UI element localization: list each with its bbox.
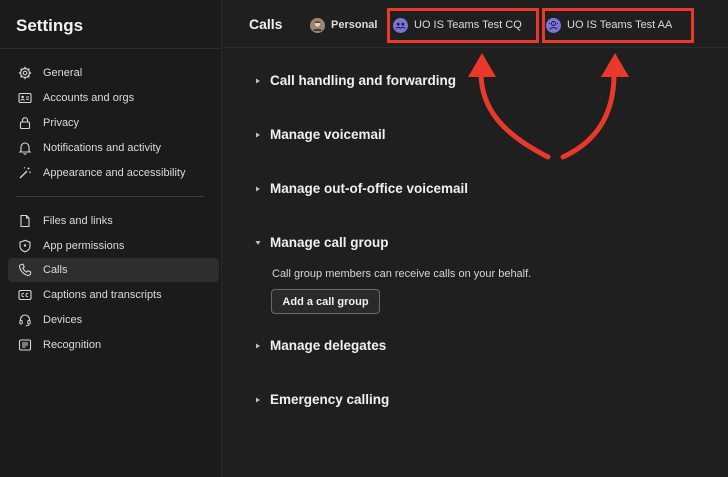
gear-icon (18, 66, 32, 80)
sidebar-item-label: Calls (43, 264, 68, 276)
sidebar-item-label: Recognition (43, 339, 102, 351)
arrow-right (560, 67, 617, 160)
sidebar-item-app-permissions[interactable]: App permissions (8, 234, 219, 258)
sidebar-item-recognition[interactable]: Recognition (8, 333, 219, 357)
caret-right-icon (255, 397, 261, 403)
section-title: Manage voicemail (270, 127, 386, 142)
section-ooo-voicemail[interactable]: Manage out-of-office voicemail (255, 181, 468, 196)
auto-attendant-icon (546, 17, 561, 33)
add-call-group-button[interactable]: Add a call group (271, 289, 380, 314)
sidebar-divider (16, 196, 204, 197)
arrowhead-right (601, 53, 629, 77)
headset-icon (18, 313, 32, 327)
sidebar-item-privacy[interactable]: Privacy (8, 111, 219, 135)
header: Calls Personal UO IS Teams Test CQ UO IS… (223, 0, 728, 48)
bell-icon (18, 141, 32, 155)
section-title: Manage call group (270, 235, 389, 250)
section-delegates[interactable]: Manage delegates (255, 338, 386, 353)
sidebar-item-label: Accounts and orgs (43, 92, 135, 104)
sidebar-item-appearance[interactable]: Appearance and accessibility (8, 161, 219, 185)
magic-wand-icon (18, 166, 32, 180)
tab-auto-attendant[interactable]: UO IS Teams Test AA (546, 14, 672, 36)
caret-right-icon (255, 186, 261, 192)
sidebar-item-label: Notifications and activity (43, 142, 161, 154)
sidebar-item-label: App permissions (43, 240, 125, 252)
sidebar-item-label: Privacy (43, 117, 80, 129)
tab-personal[interactable]: Personal (310, 14, 377, 36)
section-title: Manage delegates (270, 338, 387, 353)
caret-right-icon (255, 132, 261, 138)
call-group-description: Call group members can receive calls on … (272, 268, 532, 280)
document-icon (18, 214, 32, 228)
arrow-left (478, 67, 551, 160)
cc-icon (18, 288, 32, 302)
section-title: Manage out-of-office voicemail (270, 181, 469, 196)
section-emergency-calling[interactable]: Emergency calling (255, 392, 389, 407)
page-title: Calls (249, 16, 283, 32)
divider (0, 48, 222, 49)
tab-label: UO IS Teams Test AA (567, 19, 673, 31)
caret-down-icon (255, 240, 261, 246)
sidebar-item-accounts[interactable]: Accounts and orgs (8, 86, 219, 110)
section-title: Emergency calling (270, 392, 390, 407)
sidebar-item-label: Files and links (43, 215, 113, 227)
sidebar-item-label: Captions and transcripts (43, 289, 162, 301)
caret-right-icon (255, 343, 261, 349)
user-avatar-icon (310, 17, 325, 33)
sidebar-item-notifications[interactable]: Notifications and activity (8, 136, 219, 160)
sidebar-title: Settings (16, 16, 84, 35)
sidebar-item-devices[interactable]: Devices (8, 308, 219, 332)
section-call-group[interactable]: Manage call group (255, 235, 389, 250)
tab-call-queue[interactable]: UO IS Teams Test CQ (393, 14, 522, 36)
section-title: Call handling and forwarding (270, 73, 457, 88)
tab-label: Personal (331, 19, 378, 31)
caret-right-icon (255, 78, 261, 84)
sidebar-item-calls[interactable]: Calls (8, 258, 219, 282)
sidebar-item-label: General (43, 67, 83, 79)
call-queue-icon (393, 17, 408, 33)
sidebar-item-captions[interactable]: Captions and transcripts (8, 283, 219, 307)
shield-icon (18, 239, 32, 253)
sidebar-item-label: Appearance and accessibility (43, 167, 186, 179)
section-voicemail[interactable]: Manage voicemail (255, 127, 386, 142)
arrowhead-left (468, 53, 496, 77)
contact-card-icon (18, 338, 32, 352)
section-call-handling[interactable]: Call handling and forwarding (255, 73, 456, 88)
tab-label: UO IS Teams Test CQ (414, 19, 522, 31)
sidebar: Settings General Accounts and orgs Priva… (0, 0, 222, 477)
sidebar-item-general[interactable]: General (8, 61, 219, 85)
id-card-icon (18, 91, 32, 105)
phone-icon (18, 263, 32, 277)
sidebar-item-files[interactable]: Files and links (8, 209, 219, 233)
lock-icon (18, 116, 32, 130)
sidebar-item-label: Devices (43, 314, 83, 326)
settings-window: Settings General Accounts and orgs Priva… (0, 0, 728, 477)
